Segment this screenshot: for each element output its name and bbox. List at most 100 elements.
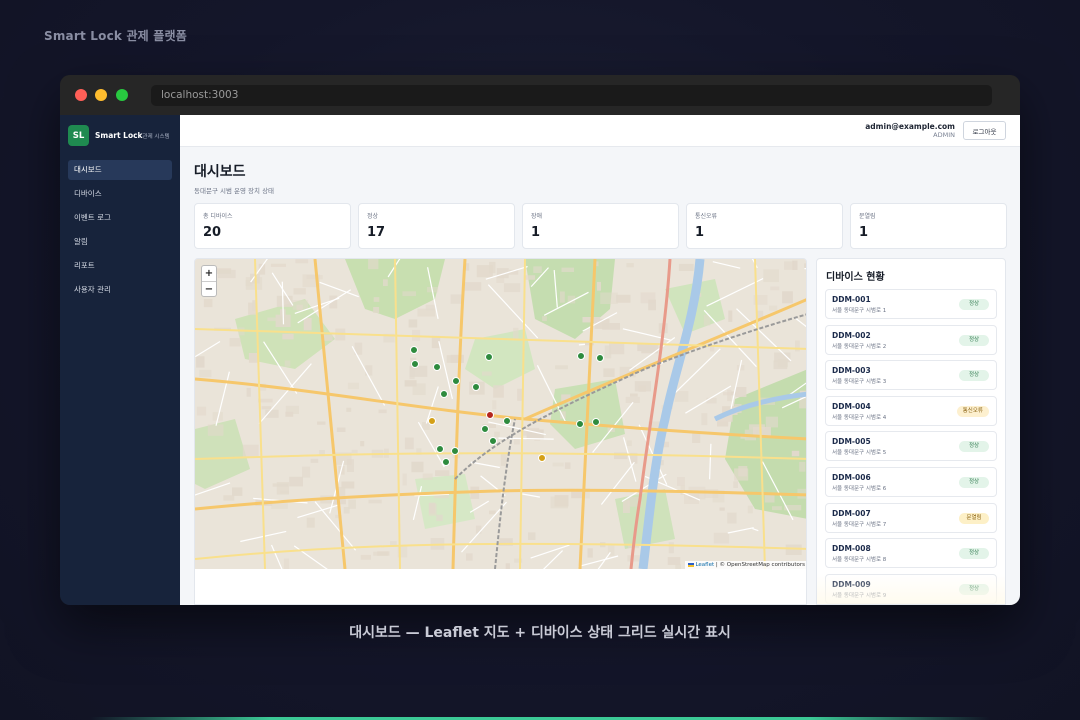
browser-window: localhost:3003 SL Smart Lock관제 시스템 대시보드디… — [60, 75, 1020, 605]
device-marker[interactable] — [440, 390, 448, 398]
device-marker[interactable] — [411, 360, 419, 368]
device-marker[interactable] — [596, 354, 604, 362]
device-marker[interactable] — [451, 447, 459, 455]
close-window-icon[interactable] — [75, 89, 87, 101]
stat-label: 문열림 — [859, 213, 876, 220]
sidebar-item[interactable]: 리포트 — [68, 256, 172, 276]
browser-titlebar: localhost:3003 — [60, 75, 1020, 115]
stat-card: 총 디바이스 20 — [194, 203, 351, 249]
device-panel: 디바이스 현황 DDM-001 서울 동대문구 시범로 1 정상 DDM-002 서울 … — [816, 258, 1006, 605]
address-bar[interactable]: localhost:3003 — [151, 85, 992, 106]
device-address: 서울 동대문구 시범로 4 — [832, 414, 887, 421]
topbar: admin@example.com ADMIN 로그아웃 — [180, 115, 1020, 147]
stat-card: 문열림 1 — [850, 203, 1007, 249]
device-id: DDM-005 — [832, 437, 871, 447]
device-list: DDM-001 서울 동대문구 시범로 1 정상 DDM-002 서울 동대문구 시범로… — [825, 289, 997, 604]
user-email: admin@example.com — [865, 122, 955, 131]
device-id: DDM-004 — [832, 401, 871, 411]
brand-name: Smart Lock관제 시스템 — [95, 131, 170, 140]
device-id: DDM-008 — [832, 544, 871, 554]
device-id: DDM-002 — [832, 330, 871, 340]
maximize-window-icon[interactable] — [116, 89, 128, 101]
device-marker[interactable] — [486, 411, 494, 419]
device-marker[interactable] — [428, 417, 436, 425]
main-content: admin@example.com ADMIN 로그아웃 대시보드 동대문구 시… — [180, 115, 1020, 605]
stat-value: 1 — [531, 225, 541, 240]
device-address: 서울 동대문구 시범로 3 — [832, 379, 887, 386]
status-badge: 정상 — [959, 334, 989, 346]
status-badge: 문열림 — [959, 512, 989, 524]
stat-value: 1 — [695, 225, 705, 240]
device-marker[interactable] — [410, 346, 418, 354]
sidebar-item[interactable]: 이벤트 로그 — [68, 208, 172, 228]
device-marker[interactable] — [576, 420, 584, 428]
stat-label: 장애 — [531, 213, 543, 220]
device-id: DDM-006 — [832, 472, 871, 482]
page-subtitle: 동대문구 시범 운영 장치 상태 — [194, 187, 275, 195]
status-badge: 정상 — [959, 299, 989, 310]
device-id: DDM-003 — [832, 366, 871, 376]
device-marker[interactable] — [592, 418, 600, 426]
page-header: 대시보드 동대문구 시범 운영 장치 상태 — [194, 161, 274, 195]
device-marker[interactable] — [485, 353, 493, 361]
brand-title: Smart Lock — [95, 131, 143, 140]
device-item[interactable]: DDM-003 서울 동대문구 시범로 3 정상 — [825, 360, 997, 391]
device-marker[interactable] — [442, 458, 450, 466]
brand: SL Smart Lock관제 시스템 — [68, 125, 172, 146]
device-item[interactable]: DDM-002 서울 동대문구 시범로 2 정상 — [825, 324, 997, 355]
status-badge: 정상 — [959, 370, 989, 382]
sidebar-item[interactable]: 사용자 관리 — [68, 280, 172, 300]
sidebar-item[interactable]: 디바이스 — [68, 184, 172, 204]
device-item[interactable]: DDM-007 서울 동대문구 시범로 7 문열림 — [825, 502, 997, 533]
stat-cards: 총 디바이스 20 정상 17 장애 1 통신오류 1 문열림 1 — [194, 203, 1007, 249]
panel-fade — [817, 574, 1005, 604]
device-marker[interactable] — [472, 383, 480, 391]
device-id: DDM-007 — [832, 508, 871, 518]
device-item[interactable]: DDM-008 서울 동대문구 시범로 8 정상 — [825, 538, 997, 569]
device-address: 서울 동대문구 시범로 5 — [832, 450, 887, 457]
device-marker[interactable] — [436, 445, 444, 453]
leaflet-link[interactable]: Leaflet — [695, 562, 714, 568]
zoom-out-button[interactable]: − — [202, 281, 216, 296]
stat-value: 1 — [859, 225, 869, 240]
logout-button[interactable]: 로그아웃 — [963, 121, 1006, 140]
device-item[interactable]: DDM-001 서울 동대문구 시범로 1 정상 — [825, 289, 997, 319]
stat-label: 총 디바이스 — [203, 213, 233, 220]
status-badge: 통신오류 — [956, 405, 989, 417]
device-item[interactable]: DDM-006 서울 동대문구 시범로 6 정상 — [825, 466, 997, 497]
sidebar-item[interactable]: 대시보드 — [68, 160, 172, 180]
device-marker[interactable] — [577, 352, 585, 360]
device-marker[interactable] — [538, 454, 546, 462]
device-address: 서울 동대문구 시범로 7 — [832, 521, 887, 528]
app-root: SL Smart Lock관제 시스템 대시보드디바이스이벤트 로그알림리포트사… — [60, 115, 1020, 605]
brand-subtitle: 관제 시스템 — [142, 134, 170, 140]
minimize-window-icon[interactable] — [95, 89, 107, 101]
ukraine-flag-icon — [687, 562, 694, 567]
device-map[interactable]: + − Leaflet | © OpenStreetMap contributo… — [195, 259, 807, 569]
device-address: 서울 동대문구 시범로 1 — [832, 308, 887, 314]
device-marker[interactable] — [489, 437, 497, 445]
sidebar: SL Smart Lock관제 시스템 대시보드디바이스이벤트 로그알림리포트사… — [60, 115, 180, 605]
status-badge: 정상 — [959, 476, 989, 488]
map-tiles[interactable] — [195, 259, 807, 569]
stat-label: 통신오류 — [695, 213, 718, 220]
osm-attribution: | © OpenStreetMap contributors — [714, 562, 805, 568]
device-marker[interactable] — [503, 417, 511, 425]
device-marker[interactable] — [481, 425, 489, 433]
device-item[interactable]: DDM-004 서울 동대문구 시범로 4 통신오류 — [825, 395, 997, 426]
map-card: + − Leaflet | © OpenStreetMap contributo… — [194, 258, 807, 605]
map-attribution: Leaflet | © OpenStreetMap contributors — [684, 561, 806, 569]
page-caption-top: Smart Lock 관제 플랫폼 — [44, 29, 188, 43]
zoom-in-button[interactable]: + — [202, 266, 216, 281]
device-item[interactable]: DDM-005 서울 동대문구 시범로 5 정상 — [825, 431, 997, 462]
status-badge: 정상 — [959, 548, 989, 560]
sidebar-nav: 대시보드디바이스이벤트 로그알림리포트사용자 관리 — [68, 160, 172, 300]
device-marker[interactable] — [433, 363, 441, 371]
zoom-control: + − — [201, 265, 217, 297]
stat-card: 통신오류 1 — [686, 203, 843, 249]
sidebar-item[interactable]: 알림 — [68, 232, 172, 252]
user-role: ADMIN — [933, 131, 955, 139]
logo-badge: SL — [68, 125, 89, 146]
page-caption-bottom: 대시보드 — Leaflet 지도 + 디바이스 상태 그리드 실시간 표시 — [349, 625, 731, 641]
device-marker[interactable] — [452, 377, 460, 385]
